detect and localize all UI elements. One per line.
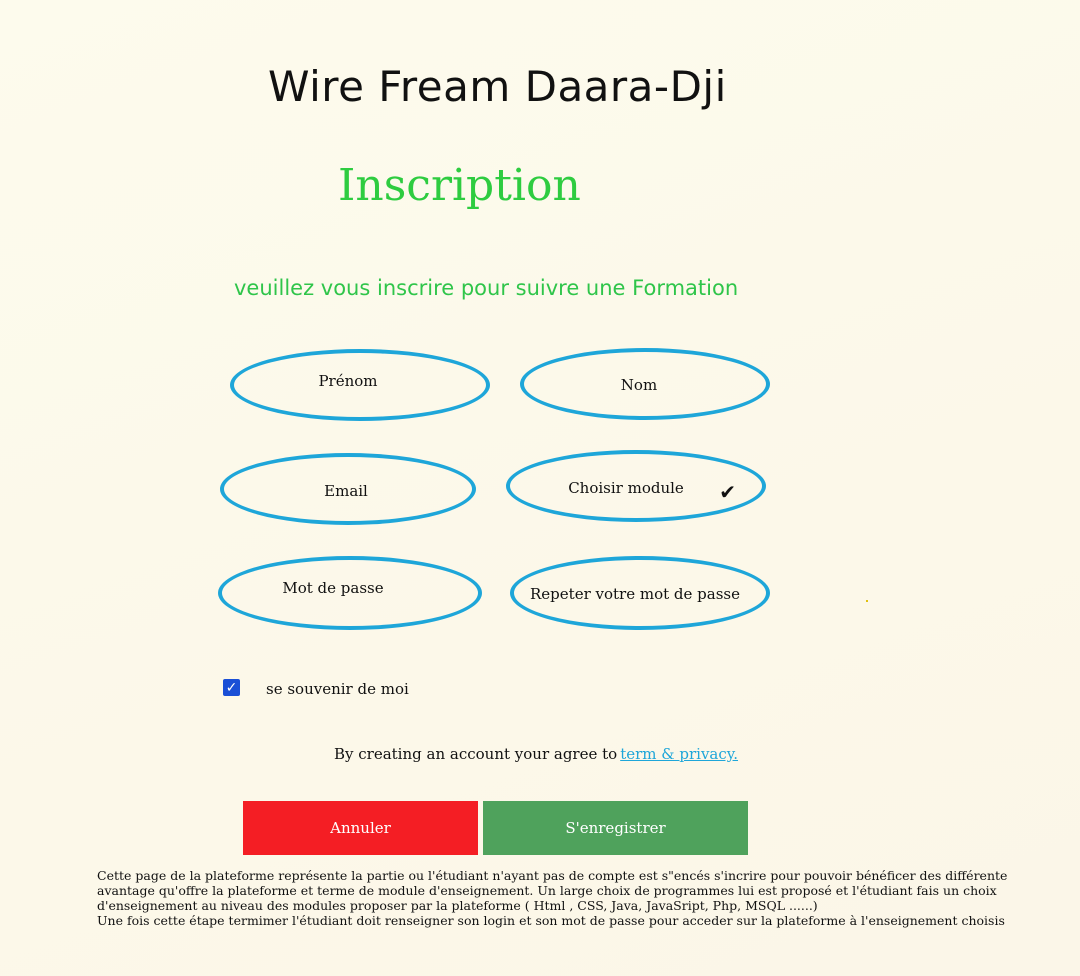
app-title: Wire Fream Daara-Dji: [268, 62, 727, 111]
module-select[interactable]: Choisir module ✔: [506, 450, 766, 522]
register-button[interactable]: S'enregistrer: [483, 801, 748, 855]
cancel-button[interactable]: Annuler: [243, 801, 478, 855]
prenom-placeholder: Prénom: [318, 372, 378, 390]
decorative-dot: [866, 600, 868, 602]
password-placeholder: Mot de passe: [282, 579, 384, 597]
remember-me-checkbox[interactable]: ✓: [223, 679, 240, 696]
repeat-password-field[interactable]: Repeter votre mot de passe: [510, 556, 770, 630]
description-line: Une fois cette étape termimer l'étudiant…: [97, 913, 1005, 928]
description-line: d'enseignement au niveau des modules pro…: [97, 898, 818, 913]
password-field[interactable]: Mot de passe: [218, 556, 482, 630]
page-subtitle: veuillez vous inscrire pour suivre une F…: [234, 276, 739, 300]
registration-page: Wire Fream Daara-Dji Inscription veuille…: [0, 0, 1080, 976]
nom-field[interactable]: Nom: [520, 348, 770, 420]
terms-privacy-link[interactable]: term & privacy.: [620, 745, 738, 763]
description-line: avantage qu'offre la plateforme et terme…: [97, 883, 997, 898]
description-line: Cette page de la plateforme représente l…: [97, 868, 1008, 883]
terms-notice: By creating an account your agree to term…: [334, 745, 738, 763]
email-field[interactable]: Email: [220, 453, 476, 525]
prenom-field[interactable]: Prénom: [230, 349, 490, 421]
remember-me-label: se souvenir de moi: [266, 680, 409, 698]
page-title: Inscription: [338, 160, 581, 211]
page-description: Cette page de la plateforme représente l…: [97, 868, 1037, 928]
checkmark-icon: ✔: [719, 480, 736, 504]
email-placeholder: Email: [324, 482, 368, 500]
terms-text: By creating an account your agree to: [334, 745, 618, 763]
module-select-label: Choisir module: [568, 479, 684, 497]
repeat-password-placeholder: Repeter votre mot de passe: [530, 585, 740, 603]
nom-placeholder: Nom: [620, 376, 658, 394]
